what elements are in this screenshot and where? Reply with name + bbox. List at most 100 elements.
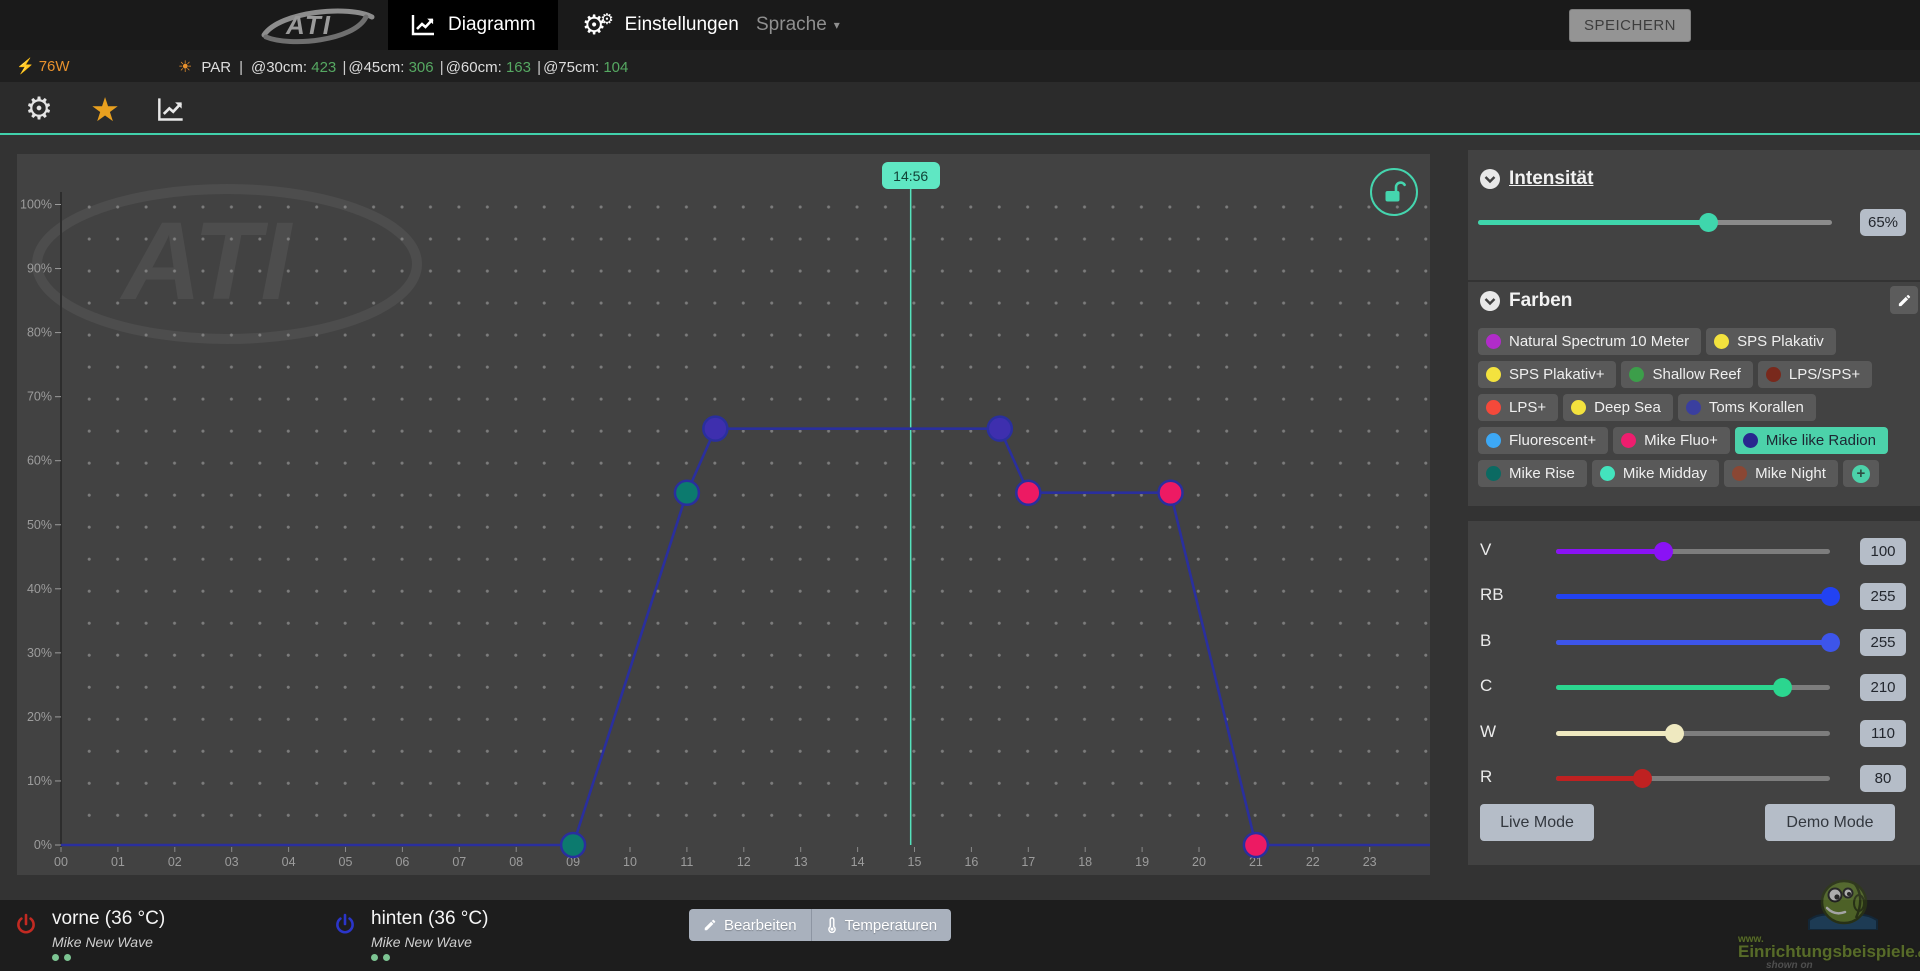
collapse-chevron-icon: [1480, 291, 1500, 311]
ati-logo-text: ATI: [285, 10, 332, 40]
svg-text:22: 22: [1306, 855, 1320, 869]
par-separator: |: [440, 59, 444, 76]
thermometer-icon: [826, 917, 838, 933]
channel-slider-thumb[interactable]: [1821, 587, 1840, 606]
schedule-chart-panel: ATI 0%10%20%30%40%50%60%70%80%90%100%000…: [17, 154, 1430, 875]
preset-label: Mike Night: [1755, 465, 1826, 482]
color-preset-chip[interactable]: Mike Midday: [1592, 460, 1719, 487]
diagram-chart-icon[interactable]: [154, 92, 188, 126]
favorite-star-icon[interactable]: ★: [88, 92, 122, 126]
par-depth-label: @45cm:: [348, 59, 408, 76]
color-preset-chip[interactable]: Fluorescent+: [1478, 427, 1608, 454]
temperaturen-button[interactable]: Temperaturen: [812, 909, 952, 941]
svg-text:10%: 10%: [27, 774, 52, 788]
tab-diagramm-label: Diagramm: [448, 14, 536, 36]
color-preset-chip[interactable]: LPS+: [1478, 394, 1558, 421]
bearbeiten-label: Bearbeiten: [724, 917, 797, 934]
preset-label: Deep Sea: [1594, 399, 1661, 416]
channel-label: R: [1480, 767, 1492, 787]
status-bar: ⚡ 76W ☀ PAR | @30cm: 423 |@45cm: 306 |@6…: [0, 50, 1920, 82]
channel-slider-thumb[interactable]: [1821, 633, 1840, 652]
color-preset-chip[interactable]: Shallow Reef: [1621, 361, 1752, 388]
svg-text:19: 19: [1135, 855, 1149, 869]
channel-slider[interactable]: [1556, 594, 1830, 599]
color-preset-chip[interactable]: Mike Rise: [1478, 460, 1587, 487]
plus-icon: +: [1852, 465, 1870, 483]
channel-label: W: [1480, 722, 1496, 742]
add-preset-button[interactable]: +: [1843, 460, 1879, 487]
color-preset-chip[interactable]: Natural Spectrum 10 Meter: [1478, 328, 1701, 355]
unlock-icon: [1381, 179, 1407, 205]
save-button[interactable]: SPEICHERN: [1569, 9, 1691, 42]
schedule-point[interactable]: [561, 833, 585, 857]
channel-slider-thumb[interactable]: [1654, 542, 1673, 561]
language-dropdown[interactable]: Sprache ▾: [756, 0, 840, 50]
schedule-point[interactable]: [1159, 481, 1183, 505]
channel-slider[interactable]: [1556, 640, 1830, 645]
svg-text:04: 04: [282, 855, 296, 869]
live-mode-button[interactable]: Live Mode: [1480, 804, 1594, 841]
lightning-icon: ⚡: [16, 57, 35, 75]
channel-slider-thumb[interactable]: [1633, 769, 1652, 788]
color-preset-chip[interactable]: SPS Plakativ: [1706, 328, 1836, 355]
svg-text:05: 05: [339, 855, 353, 869]
channel-slider[interactable]: [1556, 776, 1830, 781]
svg-text:20%: 20%: [27, 710, 52, 724]
color-preset-chip[interactable]: SPS Plakativ+: [1478, 361, 1616, 388]
par-value: 104: [603, 59, 628, 76]
preset-color-dot: [1600, 466, 1615, 481]
footer-action-buttons: Bearbeiten Temperaturen: [689, 909, 951, 941]
channel-slider-fill: [1556, 549, 1663, 554]
demo-mode-button[interactable]: Demo Mode: [1765, 804, 1895, 841]
gears-icon: ⚙⚙: [582, 12, 614, 39]
schedule-point[interactable]: [703, 417, 727, 441]
channel-slider[interactable]: [1556, 549, 1830, 554]
channel-slider[interactable]: [1556, 731, 1830, 736]
preset-label: Shallow Reef: [1652, 366, 1740, 383]
tab-einstellungen[interactable]: ⚙⚙ Einstellungen: [560, 0, 761, 50]
pencil-icon: [703, 918, 717, 932]
color-preset-chip[interactable]: Mike Fluo+: [1613, 427, 1730, 454]
svg-text:30%: 30%: [27, 646, 52, 660]
power-icon[interactable]: [14, 912, 38, 936]
svg-text:06: 06: [395, 855, 409, 869]
intensity-slider[interactable]: [1478, 220, 1832, 225]
temperaturen-label: Temperaturen: [845, 917, 938, 934]
unlock-button[interactable]: [1370, 168, 1418, 216]
schedule-point[interactable]: [1244, 833, 1268, 857]
channel-label: B: [1480, 631, 1491, 651]
preset-color-dot: [1486, 400, 1501, 415]
channel-slider-fill: [1556, 685, 1782, 690]
schedule-point[interactable]: [988, 417, 1012, 441]
edit-presets-button[interactable]: [1890, 286, 1918, 314]
color-preset-chip[interactable]: Deep Sea: [1563, 394, 1673, 421]
intensity-header[interactable]: Intensität: [1480, 168, 1593, 190]
preset-label: SPS Plakativ: [1737, 333, 1824, 350]
lamp-profile: Mike New Wave: [52, 934, 165, 950]
power-icon[interactable]: [333, 912, 357, 936]
preset-color-dot: [1766, 367, 1781, 382]
preset-color-dot: [1732, 466, 1747, 481]
preset-label: Mike Midday: [1623, 465, 1707, 482]
tab-diagramm[interactable]: Diagramm: [388, 0, 558, 50]
color-preset-chip[interactable]: Toms Korallen: [1678, 394, 1816, 421]
svg-text:10: 10: [623, 855, 637, 869]
section-divider: [1468, 280, 1920, 282]
channel-slider-thumb[interactable]: [1665, 724, 1684, 743]
current-time-badge: 14:56: [882, 162, 940, 189]
channel-slider-thumb[interactable]: [1773, 678, 1792, 697]
preset-color-dot: [1629, 367, 1644, 382]
bearbeiten-button[interactable]: Bearbeiten: [689, 909, 811, 941]
color-preset-chip[interactable]: Mike like Radion: [1735, 427, 1888, 454]
intensity-slider-thumb[interactable]: [1699, 213, 1718, 232]
color-preset-chip[interactable]: Mike Night: [1724, 460, 1838, 487]
preset-label: LPS+: [1509, 399, 1546, 416]
settings-gear-icon[interactable]: ⚙: [22, 92, 56, 126]
schedule-chart-svg: 0%10%20%30%40%50%60%70%80%90%100%0001020…: [17, 154, 1430, 875]
top-navbar: ATI Diagramm ⚙⚙ Einstellungen Sprache ▾ …: [0, 0, 1920, 50]
schedule-point[interactable]: [1016, 481, 1040, 505]
color-preset-chip[interactable]: LPS/SPS+: [1758, 361, 1872, 388]
colors-header[interactable]: Farben: [1480, 290, 1572, 312]
channel-slider[interactable]: [1556, 685, 1830, 690]
schedule-point[interactable]: [675, 481, 699, 505]
